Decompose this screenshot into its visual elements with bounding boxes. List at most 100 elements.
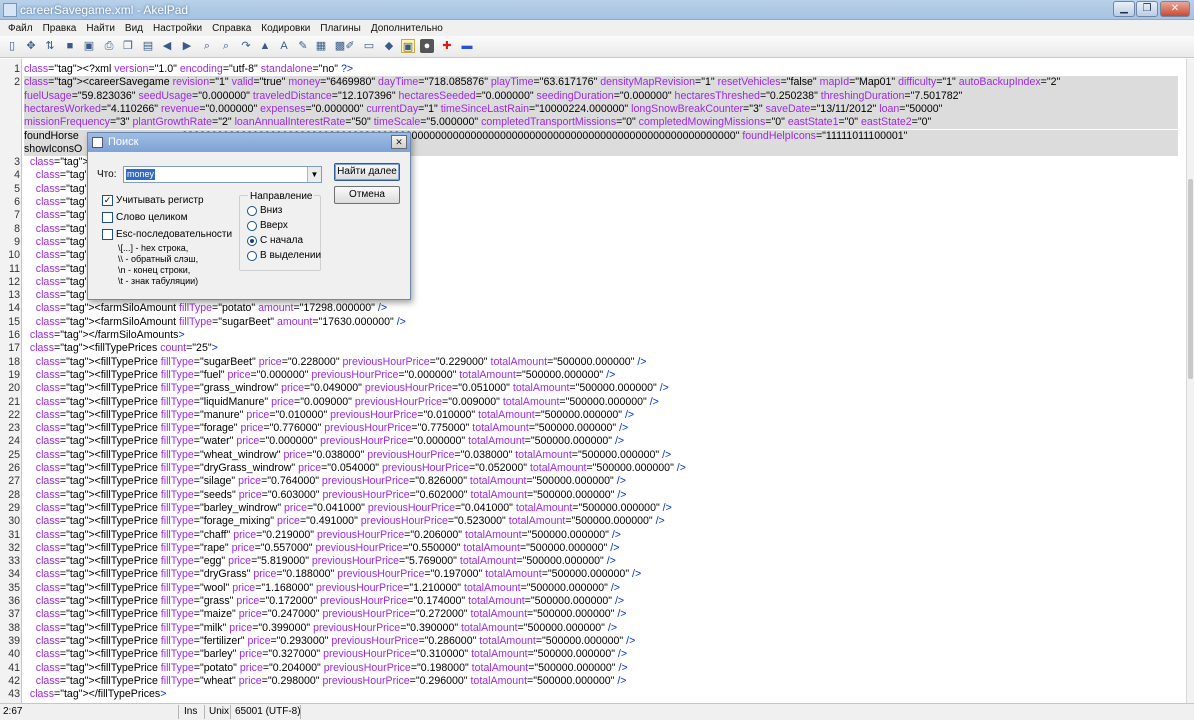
remove-icon[interactable]: ▬ — [460, 39, 474, 53]
color-icon[interactable]: ▦ — [314, 39, 328, 53]
image-icon[interactable]: ▣ — [401, 39, 415, 53]
code-line[interactable]: missionFrequency="3" plantGrowthRate="2"… — [24, 116, 1178, 130]
direction-radio[interactable] — [247, 221, 257, 231]
record-icon[interactable]: ● — [420, 39, 434, 53]
paste-icon[interactable]: ▤ — [141, 39, 155, 53]
find-dialog-close-button[interactable]: ✕ — [391, 135, 407, 149]
code-line[interactable]: class="tag"></farmSiloAmounts> — [24, 329, 185, 342]
code-line[interactable]: class="tag"><fillTypePrice fillType="bar… — [24, 648, 627, 661]
tools-icon[interactable]: ✎ — [296, 39, 310, 53]
save-all-icon[interactable]: ▣ — [82, 39, 96, 53]
vertical-scrollbar[interactable] — [1186, 59, 1194, 703]
direction-group-label: Направление — [248, 191, 315, 202]
undo-icon[interactable]: ◀ — [160, 39, 174, 53]
code-line[interactable]: class="tag"><fillTypePrice fillType="fer… — [24, 635, 636, 648]
scrollbar-thumb[interactable] — [1188, 179, 1193, 379]
save-icon[interactable]: ■ — [63, 39, 77, 53]
code-line[interactable]: class="tag"><fillTypePrice fillType="see… — [24, 489, 627, 502]
code-line[interactable]: class="tag"><fillTypePrice fillType="dry… — [24, 462, 686, 475]
menu-item[interactable]: Вид — [120, 23, 148, 34]
direction-radio[interactable] — [247, 236, 257, 246]
goto-icon[interactable]: ↷ — [239, 39, 253, 53]
find-what-input[interactable]: money — [126, 169, 156, 180]
code-line[interactable]: class="tag"><fillTypePrice fillType="sil… — [24, 475, 626, 488]
new-file-icon[interactable]: ▯ — [5, 39, 19, 53]
line-ending[interactable]: Unix — [209, 706, 229, 717]
purple-icon[interactable]: ◆ — [382, 39, 396, 53]
redo-icon[interactable]: ▶ — [180, 39, 194, 53]
line-number: 5 — [14, 182, 20, 195]
move-icon[interactable]: ✥ — [24, 39, 38, 53]
code-line[interactable]: hectaresWorked="4.110266" revenue="0.000… — [24, 102, 1178, 117]
match-case-checkbox[interactable]: ✓ — [102, 195, 113, 206]
find-icon[interactable]: ⌕ — [200, 39, 214, 53]
line-number: 24 — [8, 435, 20, 448]
code-line[interactable]: class="tag"><farmSiloAmount fillType="su… — [24, 316, 406, 329]
code-line[interactable]: class="tag"><fillTypePrice fillType="mil… — [24, 622, 617, 635]
menu-item[interactable]: Настройки — [148, 23, 207, 34]
code-line[interactable]: class="tag"><fillTypePrice fillType="woo… — [24, 582, 620, 595]
close-button[interactable]: ✕ — [1160, 1, 1190, 17]
code-line[interactable]: class="tag"><fillTypePrice fillType="man… — [24, 409, 634, 422]
replace-icon[interactable]: ⌕ — [219, 39, 233, 53]
cancel-button[interactable]: Отмена — [334, 186, 400, 204]
copy-icon[interactable]: ❐ — [121, 39, 135, 53]
maximize-button[interactable]: ❐ — [1136, 1, 1158, 17]
line-number: 1 — [14, 63, 20, 75]
code-line[interactable]: class="tag"><fillTypePrice fillType="gra… — [24, 382, 669, 395]
code-line[interactable]: class="tag"><fillTypePrice fillType="bar… — [24, 502, 672, 515]
code-line[interactable]: class="tag"><fillTypePrice fillType="for… — [24, 515, 665, 528]
app-icon[interactable] — [3, 3, 17, 17]
menu-item[interactable]: Плагины — [315, 23, 366, 34]
code-line[interactable]: class="tag"></fillTypePrices> — [24, 688, 166, 701]
code-line[interactable]: class="tag"><farmSiloAmount fillType="po… — [24, 302, 387, 315]
line-number: 21 — [8, 395, 20, 408]
menu-item[interactable]: Дополнительно — [366, 23, 448, 34]
line-number: 20 — [8, 382, 20, 395]
code-line[interactable]: class="tag"><fillTypePrice fillType="rap… — [24, 542, 620, 555]
insert-mode[interactable]: Ins — [184, 706, 197, 717]
match-case-label: Учитывать регистр — [116, 195, 204, 206]
code-line[interactable]: class="tag"><fillTypePrice fillType="egg… — [24, 555, 616, 568]
line-number: 8 — [14, 222, 20, 235]
refresh-icon[interactable]: ⇅ — [43, 39, 57, 53]
code-line[interactable]: class="tag"><fillTypePrice fillType="wat… — [24, 435, 624, 448]
code-line[interactable]: class="tag"><fillTypePrices count="25"> — [24, 342, 218, 355]
find-next-button[interactable]: Найти далее — [334, 163, 400, 181]
edit-icon[interactable]: ✐ — [343, 39, 357, 53]
direction-radio[interactable] — [247, 206, 257, 216]
code-line[interactable]: class="tag"><fillTypePrice fillType="whe… — [24, 449, 671, 462]
encoding[interactable]: 65001 (UTF-8) — [235, 706, 301, 717]
code-line[interactable]: class="tag"><fillTypePrice fillType="whe… — [24, 675, 627, 688]
menu-item[interactable]: Кодировки — [256, 23, 315, 34]
code-line[interactable]: class="tag"><fillTypePrice fillType="mai… — [24, 608, 627, 621]
minimize-button[interactable]: ▁ — [1113, 1, 1135, 17]
print-icon[interactable]: ⎙ — [102, 39, 116, 53]
whole-word-checkbox[interactable] — [102, 212, 113, 223]
menu-item[interactable]: Файл — [3, 23, 38, 34]
direction-radio[interactable] — [247, 251, 257, 261]
menu-item[interactable]: Правка — [38, 23, 82, 34]
code-line[interactable]: class="tag"><fillTypePrice fillType="pot… — [24, 662, 628, 675]
code-line[interactable]: class="tag"><fillTypePrice fillType="for… — [24, 422, 628, 435]
code-line[interactable]: class="tag"><fillTypePrice fillType="liq… — [24, 396, 659, 409]
code-line[interactable]: class="tag"><fillTypePrice fillType="sug… — [24, 356, 647, 369]
menu-item[interactable]: Найти — [81, 23, 120, 34]
code-line[interactable]: fuelUsage="59.823036" seedUsage="0.00000… — [24, 89, 1178, 103]
code-line[interactable]: class="tag"><?xml version="1.0" encoding… — [24, 63, 353, 76]
whole-word-label: Слово целиком — [116, 212, 188, 223]
add-icon[interactable]: ✚ — [440, 39, 454, 53]
code-line[interactable]: class="tag"><fillTypePrice fillType="gra… — [24, 595, 624, 608]
format-icon[interactable]: ▲ — [258, 39, 272, 53]
code-line[interactable]: class="tag"><fillTypePrice fillType="cha… — [24, 529, 621, 542]
menu-item[interactable]: Справка — [207, 23, 256, 34]
code-line[interactable]: class="tag"><careerSavegame revision="1"… — [24, 76, 1178, 90]
folder-icon[interactable]: ▭ — [362, 39, 376, 53]
font-icon[interactable]: A — [277, 39, 291, 53]
chevron-down-icon[interactable]: ▼ — [307, 167, 321, 182]
find-what-combo[interactable]: money ▼ — [123, 166, 322, 183]
code-line[interactable]: class="tag"><fillTypePrice fillType="dry… — [24, 568, 641, 581]
code-line[interactable]: class="tag"><fillTypePrice fillType="fue… — [24, 369, 616, 382]
escape-sequences-checkbox[interactable] — [102, 229, 113, 240]
line-number: 23 — [8, 422, 20, 435]
